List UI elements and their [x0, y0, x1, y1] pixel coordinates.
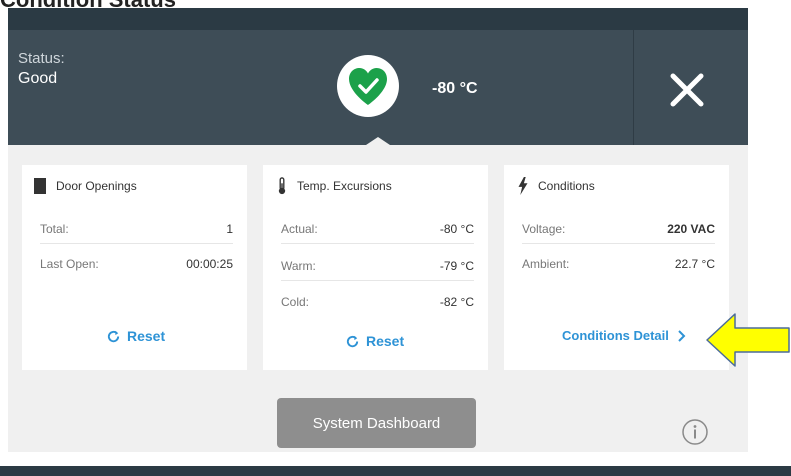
row-cold: Cold: -82 °C [281, 295, 474, 317]
callout-arrow-icon [706, 313, 790, 367]
row-label: Ambient: [522, 257, 570, 271]
row-total: Total: 1 [40, 222, 233, 244]
bottom-bar [0, 466, 791, 476]
row-value: 220 VAC [667, 222, 715, 236]
row-voltage: Voltage: 220 VAC [522, 222, 715, 244]
refresh-icon [346, 335, 359, 347]
info-icon [682, 419, 708, 445]
reset-label: Reset [366, 333, 405, 349]
conditions-card: Conditions Voltage: 220 VAC Ambient: 22.… [504, 165, 729, 370]
temp-excursions-card: Temp. Excursions Actual: -80 °C Warm: -7… [263, 165, 488, 370]
temp-excursions-title: Temp. Excursions [275, 177, 392, 195]
door-openings-card: Door Openings Total: 1 Last Open: 00:00:… [22, 165, 247, 370]
door-icon [34, 178, 46, 194]
row-actual: Actual: -80 °C [281, 222, 474, 244]
info-button[interactable] [681, 418, 709, 446]
door-reset-button[interactable]: Reset [106, 328, 165, 344]
row-value: 00:00:25 [186, 257, 233, 271]
status-indicator [337, 55, 399, 117]
row-label: Warm: [281, 259, 316, 273]
conditions-detail-label: Conditions Detail [562, 328, 669, 343]
door-openings-title: Door Openings [34, 177, 137, 195]
card-title-text: Temp. Excursions [297, 179, 392, 193]
row-label: Last Open: [40, 257, 99, 271]
row-value: -82 °C [439, 295, 474, 309]
top-strip [8, 8, 748, 30]
row-label: Voltage: [522, 222, 566, 236]
row-value: -79 °C [439, 259, 474, 273]
thermometer-icon [278, 177, 286, 195]
temp-reset-button[interactable]: Reset [345, 333, 404, 349]
divider [281, 243, 474, 244]
temperature-readout: -80 °C [432, 80, 478, 97]
row-label: Total: [40, 222, 69, 236]
row-value: -80 °C [439, 222, 474, 236]
status-label: Status: [18, 50, 65, 67]
card-title-text: Door Openings [56, 179, 137, 193]
system-dashboard-button[interactable]: System Dashboard [277, 398, 476, 448]
chevron-right-icon [678, 329, 686, 342]
close-icon [670, 73, 704, 107]
refresh-icon [107, 330, 120, 342]
heart-check-icon [349, 68, 387, 105]
row-ambient: Ambient: 22.7 °C [522, 257, 715, 279]
divider [522, 243, 715, 244]
row-last-open: Last Open: 00:00:25 [40, 257, 233, 279]
lightning-icon [518, 177, 528, 195]
card-title-text: Conditions [538, 179, 595, 193]
divider [281, 280, 474, 281]
row-value: 1 [226, 222, 233, 236]
row-label: Actual: [281, 222, 318, 236]
row-value: 22.7 °C [674, 257, 715, 271]
header-pointer [366, 137, 390, 145]
divider [40, 243, 233, 244]
status-value: Good [18, 70, 58, 87]
row-warm: Warm: -79 °C [281, 259, 474, 281]
conditions-title: Conditions [516, 177, 595, 195]
row-label: Cold: [281, 295, 310, 309]
header-divider [633, 30, 634, 145]
close-button[interactable] [665, 70, 709, 110]
conditions-detail-link[interactable]: Conditions Detail [562, 328, 687, 343]
reset-label: Reset [127, 328, 166, 344]
